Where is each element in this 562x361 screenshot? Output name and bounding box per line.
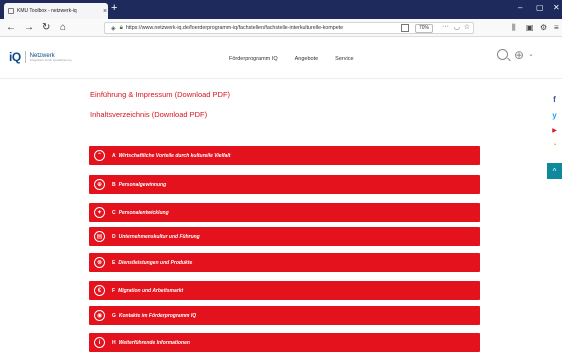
search-icon[interactable] <box>497 49 508 60</box>
logo-subtext: Integration durch Qualifizierung <box>29 57 72 62</box>
twitter-icon[interactable]: y <box>547 108 562 123</box>
facebook-icon[interactable]: f <box>547 92 562 107</box>
chapter-letter: C <box>112 209 116 216</box>
bookmark-star-icon[interactable]: ☆ <box>464 23 470 31</box>
site-logo[interactable]: iQ Netzwerk Integration durch Qualifizie… <box>9 50 71 64</box>
browser-nav-bar: ← → ↻ ⌂ ◈ 🔒︎ https://www.netzwerk-iq.de/… <box>0 19 562 37</box>
nav-service[interactable]: Service <box>335 56 353 62</box>
tab-close-button[interactable]: × <box>103 8 107 15</box>
more-actions-icon[interactable]: ··· <box>442 23 449 30</box>
recruitment-icon: ⊕ <box>94 179 105 190</box>
chapter-h-button[interactable]: i H Weiterführende Informationen <box>89 333 480 352</box>
intro-download-link[interactable]: Einführung & Impressum (Download PDF) <box>90 90 230 99</box>
favicon-icon <box>8 8 14 14</box>
chapter-letter: E <box>112 259 116 266</box>
nav-angebote[interactable]: Angebote <box>295 56 319 62</box>
nav-foerderprogramm[interactable]: Förderprogramm IQ <box>229 56 278 62</box>
services-icon: ⊗ <box>94 257 105 268</box>
pocket-icon[interactable]: ◡ <box>454 23 460 31</box>
address-bar[interactable]: ◈ 🔒︎ https://www.netzwerk-iq.de/foerderp… <box>104 22 474 34</box>
chapter-c-button[interactable]: ✦ C Personalentwicklung <box>89 203 480 222</box>
forward-arrow-icon[interactable]: → <box>24 22 34 34</box>
culture-icon: ▤ <box>94 231 105 242</box>
chapter-label: Weiterführende Informationen <box>118 339 190 346</box>
menu-icon[interactable]: ≡ <box>554 23 559 33</box>
info-icon: i <box>94 337 105 348</box>
main-navigation: Förderprogramm IQ Angebote Service <box>229 56 371 62</box>
chapter-d-button[interactable]: ▤ D Unternehmenskultur und Führung <box>89 227 480 246</box>
youtube-icon[interactable]: ▶ <box>547 123 562 138</box>
browser-tab[interactable]: KMU Toolbox - netzwerk-iq × <box>4 3 108 19</box>
contacts-icon: ◉ <box>94 310 105 321</box>
back-arrow-icon[interactable]: ← <box>6 22 16 34</box>
sidebar-icon[interactable]: ▣ <box>526 23 534 33</box>
chapter-letter: A <box>112 152 116 159</box>
chapter-letter: F <box>112 287 116 294</box>
url-text[interactable]: https://www.netzwerk-iq.de/foerderprogra… <box>126 25 406 31</box>
rss-icon[interactable]: ◔ <box>547 138 562 153</box>
chapter-label: Wirtschaftliche Vorteile durch kulturell… <box>118 152 231 159</box>
chapter-a-button[interactable]: ⌃ A Wirtschaftliche Vorteile durch kultu… <box>89 146 480 165</box>
chapter-label: Personalentwicklung <box>118 209 169 216</box>
chapter-letter: H <box>112 339 116 346</box>
chapter-label: Dienstleistungen und Produkte <box>118 259 193 266</box>
development-icon: ✦ <box>94 207 105 218</box>
shield-icon[interactable]: ◈ <box>111 25 116 32</box>
reload-icon[interactable]: ↻ <box>42 22 50 34</box>
migration-icon: € <box>94 285 105 296</box>
browser-tab-bar: KMU Toolbox - netzwerk-iq × + – ▢ ✕ <box>0 0 562 19</box>
window-close-icon[interactable]: ✕ <box>553 3 560 13</box>
logo-divider <box>24 51 26 63</box>
chapter-f-button[interactable]: € F Migration und Arbeitsmarkt <box>89 281 480 300</box>
chapter-label: Kontakte im Förderprogramm IQ <box>118 312 197 319</box>
reader-view-icon[interactable] <box>401 24 409 32</box>
chapter-label: Unternehmenskultur und Führung <box>118 233 200 240</box>
chapter-letter: G <box>112 312 116 319</box>
site-header: iQ Netzwerk Integration durch Qualifizie… <box>0 37 562 79</box>
toc-download-link[interactable]: Inhaltsverzeichnis (Download PDF) <box>90 110 207 119</box>
globe-icon[interactable]: ⊕ <box>514 49 524 61</box>
extension-icon[interactable]: ⚙ <box>540 23 547 33</box>
chapter-b-button[interactable]: ⊕ B Personalgewinnung <box>89 175 480 194</box>
minimize-icon[interactable]: – <box>518 3 522 13</box>
chapter-e-button[interactable]: ⊗ E Dienstleistungen und Produkte <box>89 253 480 272</box>
scroll-to-top-button[interactable]: ^ <box>547 163 562 179</box>
growth-icon: ⌃ <box>94 150 105 161</box>
tab-title: KMU Toolbox - netzwerk-iq <box>17 8 77 14</box>
logo-text-block: Netzwerk Integration durch Qualifizierun… <box>30 53 72 62</box>
logo-mark: iQ <box>9 50 21 64</box>
chapter-letter: B <box>112 181 116 188</box>
library-icon[interactable]: ⫼ <box>512 23 516 33</box>
new-tab-button[interactable]: + <box>111 2 117 14</box>
chapter-letter: D <box>112 233 116 240</box>
lock-icon[interactable]: 🔒︎ <box>120 25 123 32</box>
chapter-label: Personalgewinnung <box>118 181 167 188</box>
chapter-g-button[interactable]: ◉ G Kontakte im Förderprogramm IQ <box>89 306 480 325</box>
zoom-level[interactable]: 70% <box>414 24 433 33</box>
chapter-label: Migration und Arbeitsmarkt <box>118 287 184 294</box>
maximize-icon[interactable]: ▢ <box>536 3 544 13</box>
home-icon[interactable]: ⌂ <box>60 22 66 34</box>
chevron-down-icon[interactable]: ⌄ <box>528 50 534 58</box>
